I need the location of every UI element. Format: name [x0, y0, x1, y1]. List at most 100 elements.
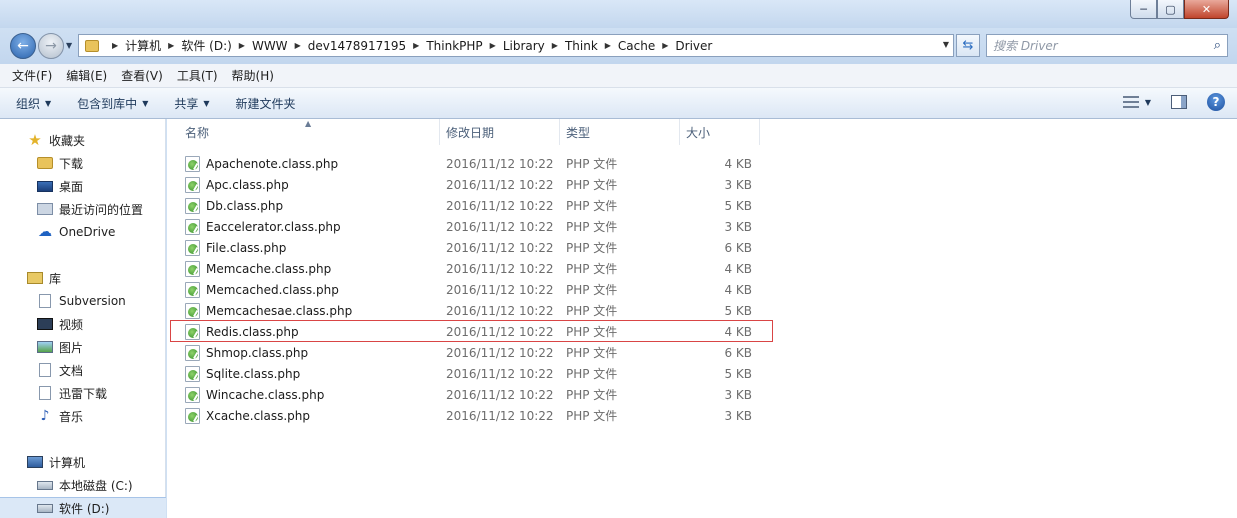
menu-item[interactable]: 帮助(H)	[232, 67, 274, 84]
breadcrumb-item[interactable]: Think	[565, 39, 598, 53]
file-row[interactable]: Wincache.class.php 2016/11/12 10:22 PHP 文件…	[167, 384, 1237, 405]
sidebar-item[interactable]: 桌面	[0, 175, 166, 197]
address-bar[interactable]: ▶ 计算机 ▶ 软件 (D:) ▶ WWW ▶ dev1478917195 ▶ ThinkPHP ▶…	[78, 34, 954, 57]
forward-button[interactable]: →	[38, 33, 64, 59]
file-size: 6 KB	[724, 345, 752, 360]
file-name: Apc.class.php	[206, 177, 289, 192]
window-controls: ─ ▢ ✕	[1130, 0, 1229, 20]
file-date: 2016/11/12 10:22	[446, 261, 554, 276]
breadcrumb-separator-icon[interactable]: ▶	[295, 41, 301, 50]
php-file-icon	[185, 386, 200, 403]
file-row[interactable]: Apachenote.class.php 2016/11/12 10:22 PHP …	[167, 153, 1237, 174]
sidebar-item[interactable]: 图片	[0, 336, 166, 358]
column-header-date[interactable]: 修改日期	[440, 119, 560, 145]
organize-button[interactable]: 组织 ▼	[16, 95, 51, 112]
column-type-label: 类型	[566, 125, 591, 140]
file-size: 5 KB	[724, 303, 752, 318]
breadcrumb-separator-icon[interactable]: ▶	[662, 41, 668, 50]
share-button[interactable]: 共享 ▼	[174, 95, 209, 112]
preview-pane-icon[interactable]	[1171, 95, 1187, 109]
sidebar-item[interactable]: ♪ 音乐	[0, 405, 166, 427]
sidebar-item[interactable]: 计算机	[0, 451, 166, 473]
sidebar-item[interactable]: ☁ OneDrive	[0, 221, 166, 243]
file-type: PHP 文件	[566, 304, 618, 318]
file-row[interactable]: Eaccelerator.class.php 2016/11/12 10:22 PH…	[167, 216, 1237, 237]
breadcrumb-item[interactable]: dev1478917195	[308, 39, 406, 53]
breadcrumb-separator-icon[interactable]: ▶	[490, 41, 496, 50]
php-file-icon	[185, 344, 200, 361]
star-icon: ★	[28, 131, 42, 149]
sidebar-item-label: 文档	[59, 363, 84, 378]
documents-icon	[39, 363, 51, 377]
file-row[interactable]: Memcached.class.php 2016/11/12 10:22 PHP 文…	[167, 279, 1237, 300]
file-row[interactable]: File.class.php 2016/11/12 10:22 PHP 文件 6 KB	[167, 237, 1237, 258]
help-icon[interactable]: ?	[1207, 93, 1225, 111]
sidebar-item[interactable]: 下载	[0, 152, 166, 174]
php-file-icon	[185, 302, 200, 319]
sidebar-item[interactable]: 库	[0, 267, 166, 289]
search-icon[interactable]: ⌕	[1214, 38, 1221, 53]
breadcrumb-item[interactable]: WWW	[252, 39, 288, 53]
file-row[interactable]: Memcache.class.php 2016/11/12 10:22 PHP 文件…	[167, 258, 1237, 279]
file-row[interactable]: Apc.class.php 2016/11/12 10:22 PHP 文件 3 KB	[167, 174, 1237, 195]
sidebar-item-label: OneDrive	[59, 225, 116, 239]
breadcrumb-separator-icon[interactable]: ▶	[552, 41, 558, 50]
view-dropdown-icon[interactable]: ▼	[1145, 98, 1151, 107]
sidebar-item[interactable]: ★ 收藏夹	[0, 129, 166, 151]
file-row[interactable]: Memcachesae.class.php 2016/11/12 10:22 PHP…	[167, 300, 1237, 321]
file-list[interactable]: 名称 ▲ 修改日期 类型 大小 Apachenote.class.php 2016…	[167, 119, 1237, 518]
recent-pages-dropdown[interactable]: ▼	[66, 41, 72, 50]
breadcrumb-item[interactable]: Driver	[675, 39, 712, 53]
sidebar-item[interactable]: 视频	[0, 313, 166, 335]
close-button[interactable]: ✕	[1184, 0, 1229, 19]
file-row[interactable]: Shmop.class.php 2016/11/12 10:22 PHP 文件 6 K…	[167, 342, 1237, 363]
file-date: 2016/11/12 10:22	[446, 324, 554, 339]
sidebar-item[interactable]: 迅雷下载	[0, 382, 166, 404]
include-in-library-button[interactable]: 包含到库中 ▼	[77, 95, 148, 112]
address-history-dropdown[interactable]: ▼	[943, 40, 949, 49]
file-name: Eaccelerator.class.php	[206, 219, 341, 234]
file-row[interactable]: Redis.class.php 2016/11/12 10:22 PHP 文件 4 K…	[167, 321, 1237, 342]
breadcrumb-separator-icon[interactable]: ▶	[168, 41, 174, 50]
sidebar-item[interactable]: Subversion	[0, 290, 166, 312]
column-header-size[interactable]: 大小	[680, 119, 760, 145]
file-row[interactable]: Xcache.class.php 2016/11/12 10:22 PHP 文件 3 …	[167, 405, 1237, 426]
breadcrumb-item[interactable]: 软件 (D:)	[181, 37, 231, 54]
breadcrumb-item[interactable]: 计算机	[125, 37, 161, 54]
sidebar-item[interactable]: 最近访问的位置	[0, 198, 166, 220]
file-row[interactable]: Db.class.php 2016/11/12 10:22 PHP 文件 5 KB	[167, 195, 1237, 216]
file-row[interactable]: Sqlite.class.php 2016/11/12 10:22 PHP 文件 5 …	[167, 363, 1237, 384]
menu-item[interactable]: 查看(V)	[121, 67, 163, 84]
breadcrumb-separator-icon[interactable]: ▶	[112, 41, 118, 50]
breadcrumb-separator-icon[interactable]: ▶	[413, 41, 419, 50]
navigation-pane[interactable]: ★ 收藏夹 下载 桌面 最近访问的位置 ☁ OneDrive 库 Subversion 视频 图片文…	[0, 119, 166, 518]
breadcrumb-item[interactable]: ThinkPHP	[426, 39, 482, 53]
file-name: Memcache.class.php	[206, 261, 332, 276]
column-header-type[interactable]: 类型	[560, 119, 680, 145]
breadcrumb-separator-icon[interactable]: ▶	[239, 41, 245, 50]
breadcrumb-separator-icon[interactable]: ▶	[605, 41, 611, 50]
file-name-cell: Memcached.class.php	[185, 279, 339, 300]
file-date: 2016/11/12 10:22	[446, 408, 554, 423]
arrow-right-icon: →	[45, 38, 57, 54]
back-button[interactable]: ←	[10, 33, 36, 59]
minimize-button[interactable]: ─	[1130, 0, 1157, 19]
file-name-cell: Shmop.class.php	[185, 342, 308, 363]
sidebar-item[interactable]: 本地磁盘 (C:)	[0, 474, 166, 496]
new-folder-button[interactable]: 新建文件夹	[236, 95, 296, 112]
menu-item[interactable]: 文件(F)	[12, 67, 52, 84]
view-controls: ▼ ?	[1122, 93, 1225, 111]
search-input[interactable]: 搜索 Driver ⌕	[986, 34, 1228, 57]
refresh-button[interactable]: ⇆	[956, 34, 980, 57]
menu-item[interactable]: 编辑(E)	[66, 67, 107, 84]
breadcrumb-item[interactable]: Library	[503, 39, 545, 53]
breadcrumb-item[interactable]: Cache	[618, 39, 655, 53]
menu-item[interactable]: 工具(T)	[177, 67, 218, 84]
sidebar-item[interactable]: 文档	[0, 359, 166, 381]
sidebar-item-label: 本地磁盘 (C:)	[59, 478, 133, 493]
php-file-icon	[185, 323, 200, 340]
view-options-icon[interactable]	[1122, 96, 1139, 108]
menu-bar: 文件(F) 编辑(E) 查看(V) 工具(T) 帮助(H)	[0, 64, 1237, 88]
maximize-button[interactable]: ▢	[1157, 0, 1184, 19]
sidebar-item[interactable]: 软件 (D:)	[0, 497, 166, 518]
